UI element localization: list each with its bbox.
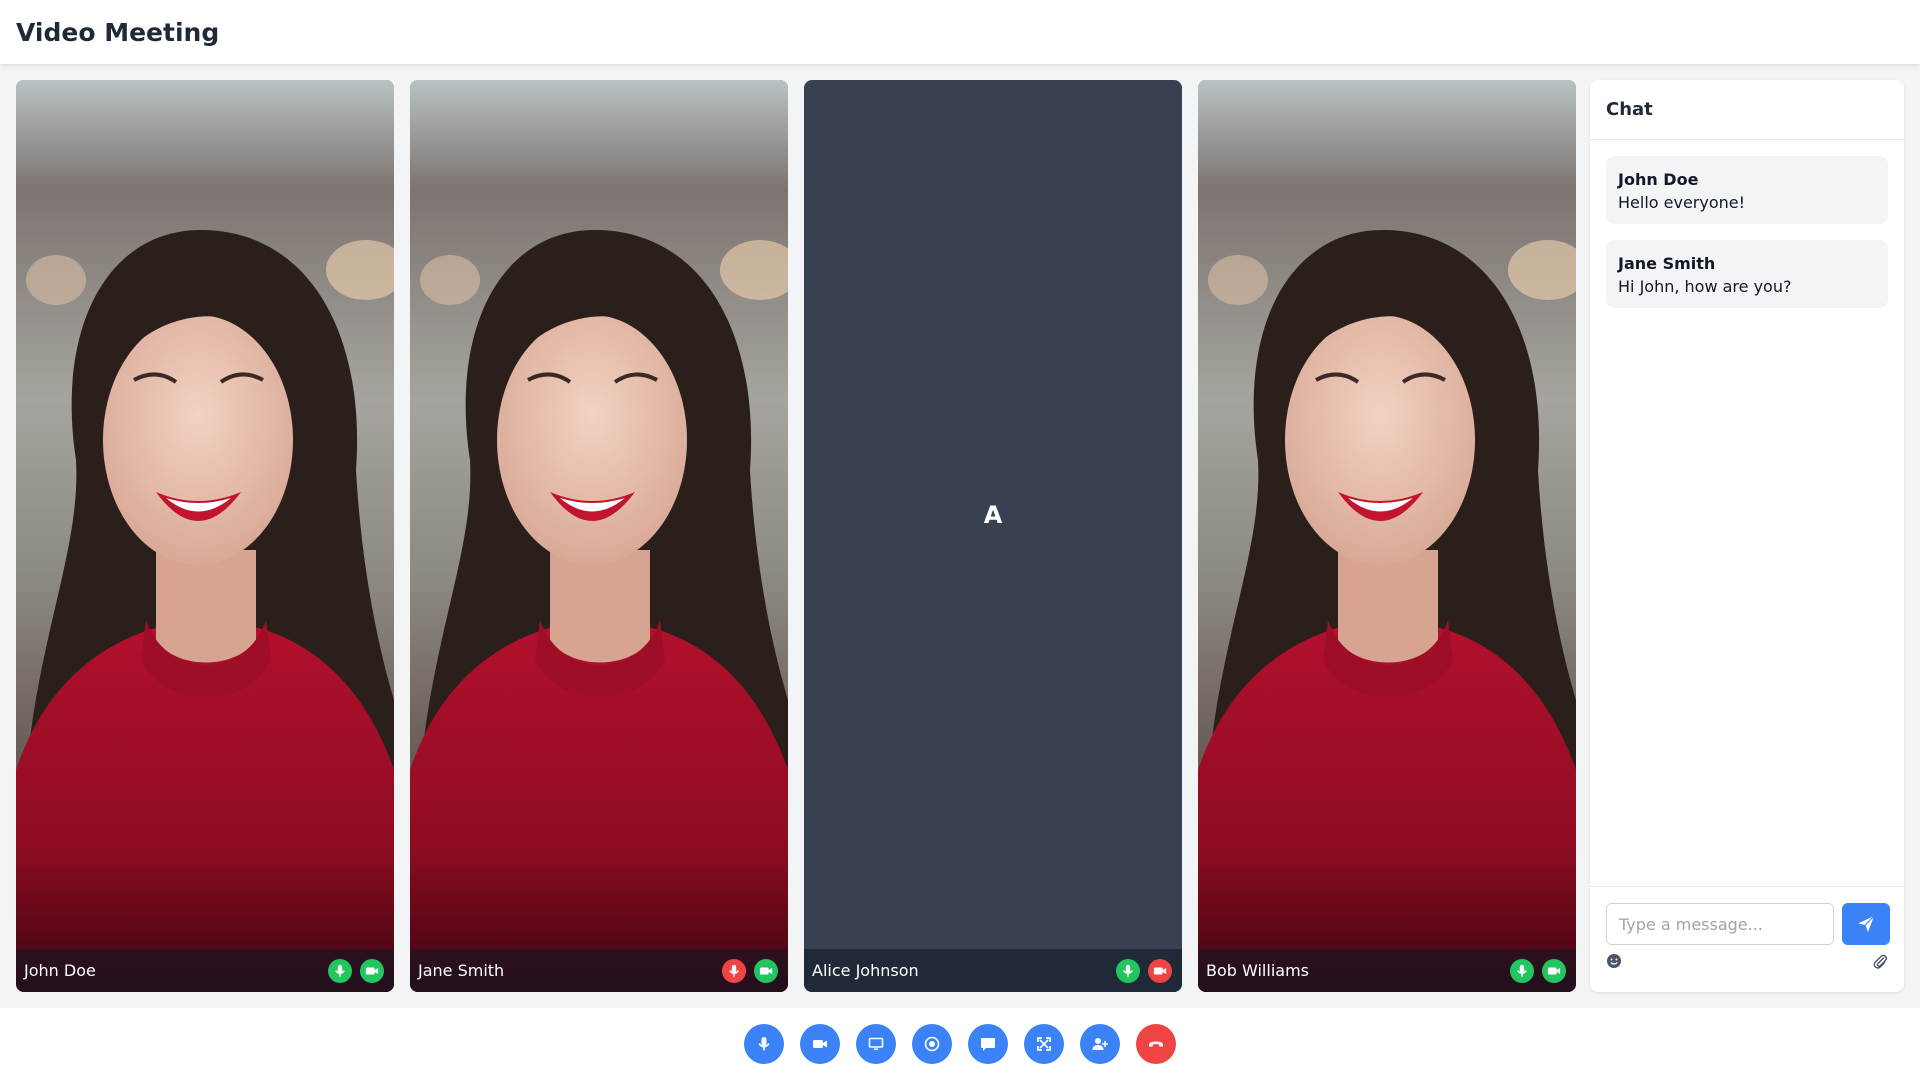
add-participant-button[interactable] [1080,1024,1120,1064]
message-text: Hello everyone! [1618,193,1746,212]
send-icon [1858,915,1875,932]
video-grid: John Doe Jane Smith A Alice Johnson Bob … [16,80,1576,992]
chat-message: John Doe Hello everyone! [1606,156,1888,224]
fullscreen-icon [1037,1037,1051,1051]
end-call-button[interactable] [1136,1024,1176,1064]
emoji-icon[interactable] [1606,953,1622,969]
mic-status-icon [1116,958,1140,983]
video-tile[interactable]: Bob Williams [1198,80,1576,992]
chat-title: Chat [1590,80,1904,140]
message-author: Jane Smith [1618,254,1716,273]
participant-video [16,80,394,992]
mic-muted-icon [722,958,746,983]
chat-message: Jane Smith Hi John, how are you? [1606,240,1888,308]
video-tile[interactable]: Jane Smith [410,80,788,992]
screen-share-icon [868,1037,884,1050]
camera-toggle-button[interactable] [800,1024,840,1064]
mic-status-icon [328,958,352,983]
participant-name: Jane Smith [418,961,505,980]
message-text: Hi John, how are you? [1618,277,1792,296]
chat-icon [981,1038,995,1051]
app-header: Video Meeting [0,0,1920,64]
record-icon [924,1036,940,1052]
message-author: John Doe [1618,170,1699,189]
tile-info-bar: Jane Smith [410,949,788,992]
chat-toggle-button[interactable] [968,1024,1008,1064]
screen-share-button[interactable] [856,1024,896,1064]
mic-status-icon [1510,958,1534,983]
add-participant-icon [1092,1038,1108,1050]
camera-status-icon [1542,958,1566,983]
mic-toggle-button[interactable] [744,1024,784,1064]
participant-name: Alice Johnson [812,961,919,980]
participant-video [1198,80,1576,992]
microphone-icon [758,1037,770,1051]
tile-info-bar: John Doe [16,949,394,992]
fullscreen-button[interactable] [1024,1024,1064,1064]
attachment-icon[interactable] [1872,953,1888,969]
call-controls [0,1008,1920,1080]
chat-composer [1590,886,1904,992]
tile-info-bar: Bob Williams [1198,949,1576,992]
send-button[interactable] [1842,903,1890,945]
tile-info-bar: Alice Johnson [804,949,1182,992]
camera-off-icon [1148,958,1172,983]
chat-message-input[interactable] [1606,903,1834,945]
participant-name: John Doe [24,961,96,980]
camera-status-icon [360,958,384,983]
video-tile[interactable]: John Doe [16,80,394,992]
participant-name: Bob Williams [1206,961,1309,980]
video-tile[interactable]: A Alice Johnson [804,80,1182,992]
avatar: A [983,500,1003,529]
chat-panel: Chat John Doe Hello everyone! Jane Smith… [1590,80,1904,992]
record-button[interactable] [912,1024,952,1064]
video-camera-icon [813,1040,827,1048]
camera-status-icon [754,958,778,983]
participant-video [410,80,788,992]
end-call-icon [1149,1041,1163,1047]
page-title: Video Meeting [16,17,220,47]
chat-message-list: John Doe Hello everyone! Jane Smith Hi J… [1590,140,1904,324]
